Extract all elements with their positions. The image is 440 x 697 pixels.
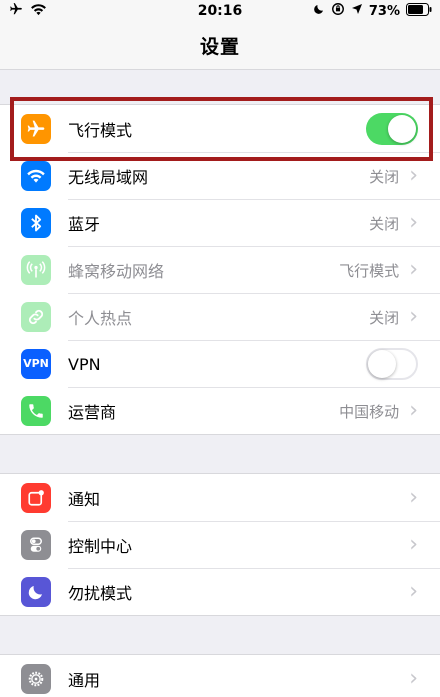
location-icon xyxy=(351,3,363,19)
wifi-icon xyxy=(21,160,51,191)
row-personal-hotspot[interactable]: 个人热点 关闭 › xyxy=(0,293,440,340)
chevron-right-icon: › xyxy=(409,398,418,423)
status-right: 73% xyxy=(313,2,432,20)
row-label: 个人热点 xyxy=(68,309,133,328)
antenna-icon xyxy=(21,254,51,285)
rotation-lock-icon xyxy=(331,2,345,20)
row-label: 飞行模式 xyxy=(68,120,133,140)
row-value: 关闭 xyxy=(369,167,400,186)
chevron-right-icon: › xyxy=(409,532,418,557)
row-value: 关闭 xyxy=(369,214,400,233)
status-left xyxy=(8,2,47,20)
chevron-right-icon: › xyxy=(409,665,418,691)
chevron-right-icon: › xyxy=(409,210,418,235)
chevron-right-icon: › xyxy=(409,304,418,329)
row-cellular[interactable]: 蜂窝移动网络 飞行模式 › xyxy=(0,246,440,293)
row-label: 通用 xyxy=(68,670,101,690)
airplane-status-icon xyxy=(8,2,24,20)
row-bluetooth[interactable]: 蓝牙 关闭 › xyxy=(0,199,440,246)
switches-icon xyxy=(21,529,51,560)
row-general[interactable]: 通用 › xyxy=(0,655,440,697)
settings-group-general: 通用 › xyxy=(0,654,440,697)
chevron-right-icon: › xyxy=(409,484,418,510)
moon-status-icon xyxy=(313,3,325,19)
battery-percent: 73% xyxy=(368,3,400,19)
chevron-right-icon: › xyxy=(409,257,418,282)
airplane-icon xyxy=(21,113,51,144)
moon-icon xyxy=(21,576,51,607)
row-control-center[interactable]: 控制中心 › xyxy=(0,521,440,568)
row-label: 无线局域网 xyxy=(68,168,149,187)
row-carrier[interactable]: 运营商 中国移动 › xyxy=(0,387,440,434)
phone-icon xyxy=(21,395,51,426)
row-label: 通知 xyxy=(68,489,101,509)
row-label: 运营商 xyxy=(68,403,117,422)
vpn-icon-text: VPN xyxy=(23,357,49,370)
row-notifications[interactable]: 通知 › xyxy=(0,474,440,521)
link-icon xyxy=(21,301,51,332)
row-label: 蜂窝移动网络 xyxy=(68,262,165,281)
bluetooth-icon xyxy=(21,207,51,238)
settings-group-system: 通知 › 控制中心 › 勿扰模式 › xyxy=(0,473,440,616)
status-bar: 73% xyxy=(0,0,440,22)
battery-icon xyxy=(406,2,432,20)
row-wifi[interactable]: 无线局域网 关闭 › xyxy=(0,152,440,199)
row-label: 勿扰模式 xyxy=(68,584,133,603)
wifi-status-icon xyxy=(30,3,47,20)
row-airplane-mode[interactable]: 飞行模式 xyxy=(0,105,440,152)
row-value: 关闭 xyxy=(369,308,400,327)
chevron-right-icon: › xyxy=(409,163,418,188)
row-label: VPN xyxy=(68,354,101,374)
notification-icon xyxy=(21,482,51,513)
row-label: 蓝牙 xyxy=(68,215,101,234)
settings-group-network: 飞行模式 无线局域网 关闭 › 蓝牙 关闭 › 蜂窝移动网络 飞行模式 › 个人… xyxy=(0,104,440,435)
row-vpn[interactable]: VPN VPN xyxy=(0,340,440,387)
vpn-icon: VPN xyxy=(21,348,51,379)
row-do-not-disturb[interactable]: 勿扰模式 › xyxy=(0,568,440,615)
nav-bar: 设置 xyxy=(0,22,440,70)
chevron-right-icon: › xyxy=(409,579,418,604)
airplane-mode-toggle[interactable] xyxy=(366,112,418,145)
row-value: 飞行模式 xyxy=(339,261,400,280)
vpn-toggle[interactable] xyxy=(366,348,418,380)
row-value: 中国移动 xyxy=(339,402,400,421)
gear-icon xyxy=(21,663,51,694)
page-title: 设置 xyxy=(199,36,240,58)
row-label: 控制中心 xyxy=(68,537,133,556)
